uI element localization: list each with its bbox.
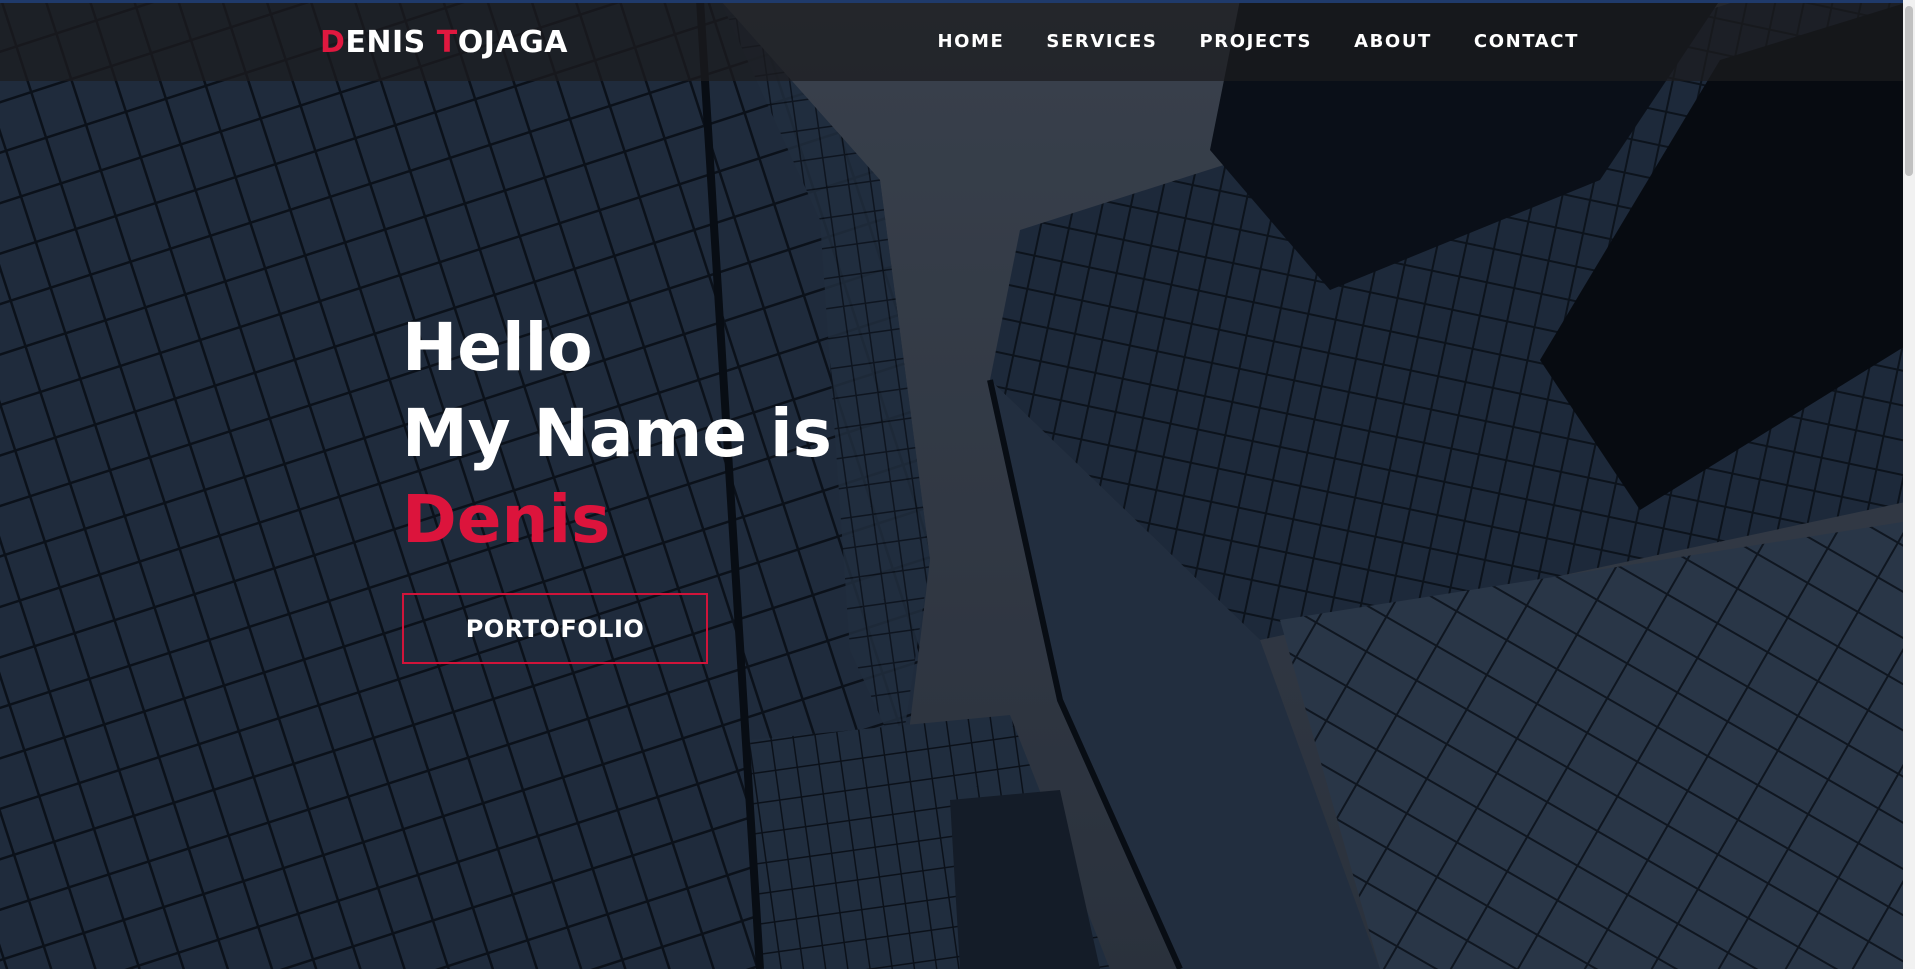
page-scrollbar[interactable] (1903, 0, 1915, 969)
hero-line-my-name-is: My Name is (402, 395, 832, 472)
scrollbar-thumb[interactable] (1905, 6, 1913, 176)
hero: Hello My Name is Denis PORTOFOLIO (402, 305, 832, 664)
brand-last-rest: OJAGA (457, 25, 568, 60)
page: DENIS TOJAGA HOME SERVICES PROJECTS ABOU… (0, 0, 1915, 969)
nav-services[interactable]: SERVICES (1046, 31, 1157, 52)
hero-line-name: Denis (402, 481, 611, 558)
portofolio-button[interactable]: PORTOFOLIO (402, 593, 708, 664)
brand-last-initial: T (436, 25, 458, 60)
brand-logo[interactable]: DENIS TOJAGA (320, 25, 568, 60)
hero-heading: Hello My Name is Denis (402, 305, 832, 563)
navbar: DENIS TOJAGA HOME SERVICES PROJECTS ABOU… (0, 3, 1903, 81)
main-nav: HOME SERVICES PROJECTS ABOUT CONTACT (937, 31, 1579, 52)
brand-first-rest: ENIS (345, 25, 437, 60)
nav-projects[interactable]: PROJECTS (1199, 31, 1312, 52)
nav-home[interactable]: HOME (937, 31, 1004, 52)
nav-contact[interactable]: CONTACT (1474, 31, 1579, 52)
hero-line-hello: Hello (402, 309, 593, 386)
top-border (0, 0, 1915, 3)
brand-first-initial: D (320, 25, 346, 60)
background-overlay (0, 0, 1915, 969)
nav-about[interactable]: ABOUT (1354, 31, 1432, 52)
